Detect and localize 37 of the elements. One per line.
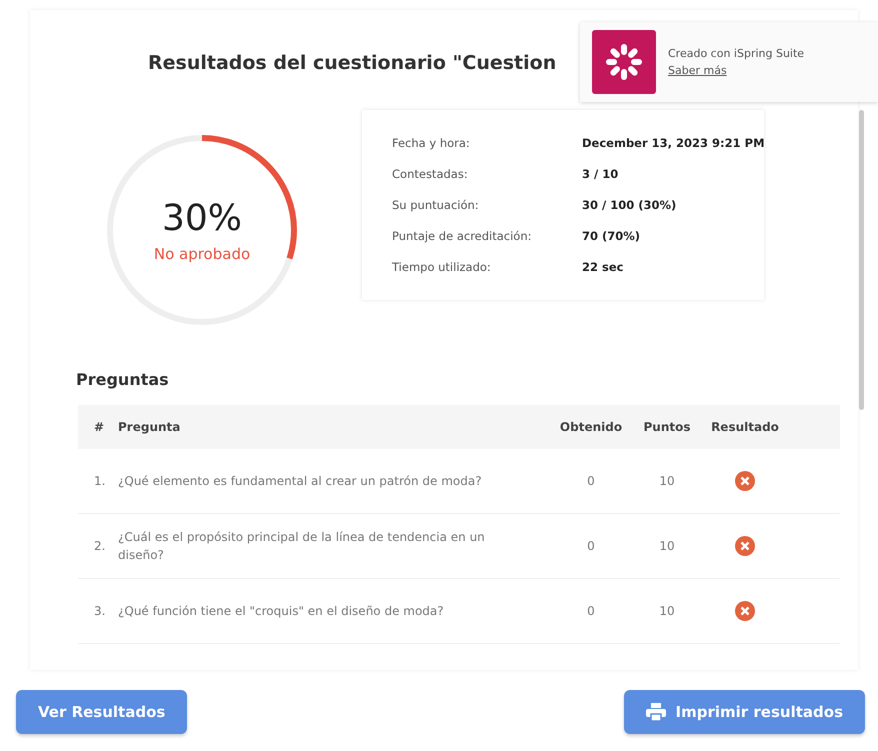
printer-icon	[646, 703, 666, 721]
learn-more-link[interactable]: Saber más	[668, 64, 804, 77]
detail-label: Puntaje de acreditación:	[392, 229, 533, 243]
detail-label: Su puntuación:	[392, 198, 480, 212]
print-results-button[interactable]: Imprimir resultados	[624, 690, 865, 734]
row-number: 2.	[93, 539, 106, 553]
questions-heading: Preguntas	[76, 370, 170, 389]
column-header: Pregunta	[118, 419, 182, 436]
detail-label: Contestadas:	[392, 167, 469, 181]
detail-value: 22 sec	[582, 260, 624, 274]
obtained-cell-text: 0	[586, 539, 596, 553]
quiz-title: Resultados del cuestionario "Cuestion	[148, 52, 556, 74]
detail-value: December 13, 2023 9:21 PM	[582, 136, 765, 150]
row-number: 3.	[93, 604, 106, 618]
obtained-cell-text: 0	[586, 474, 596, 488]
row-number: 1.	[93, 474, 106, 488]
column-header: Obtenido	[558, 420, 624, 434]
question-text: ¿Cuál es el propósito principal de la línea de tendencia en un diseño?	[118, 529, 486, 564]
detail-value: 3 / 10	[582, 167, 620, 181]
points-cell-text: 10	[658, 474, 676, 488]
detail-value: 30 / 100 (30%)	[582, 198, 678, 212]
logo-icon	[592, 30, 656, 94]
question-text: ¿Qué función tiene el "croquis" en el diseño de moda?	[118, 603, 445, 620]
column-header: Puntos	[642, 420, 692, 434]
view-results-button[interactable]: Ver Resultados	[16, 690, 188, 734]
detail-value: 70 (70%)	[582, 229, 642, 243]
score-status: No aprobado	[154, 244, 250, 262]
points-cell-text: 10	[658, 539, 676, 553]
detail-label: Fecha y hora:	[392, 136, 471, 150]
points-cell-text: 10	[658, 604, 676, 618]
obtained-cell-text: 0	[586, 604, 596, 618]
score-percent: 30%	[162, 198, 242, 238]
promo-text: Creado con iSpring Suite	[668, 47, 804, 60]
column-header: Resultado	[710, 420, 780, 434]
column-header: #	[93, 420, 106, 434]
detail-label: Tiempo utilizado:	[392, 260, 492, 274]
question-text: ¿Qué elemento es fundamental al crear un patrón de moda?	[118, 473, 483, 490]
